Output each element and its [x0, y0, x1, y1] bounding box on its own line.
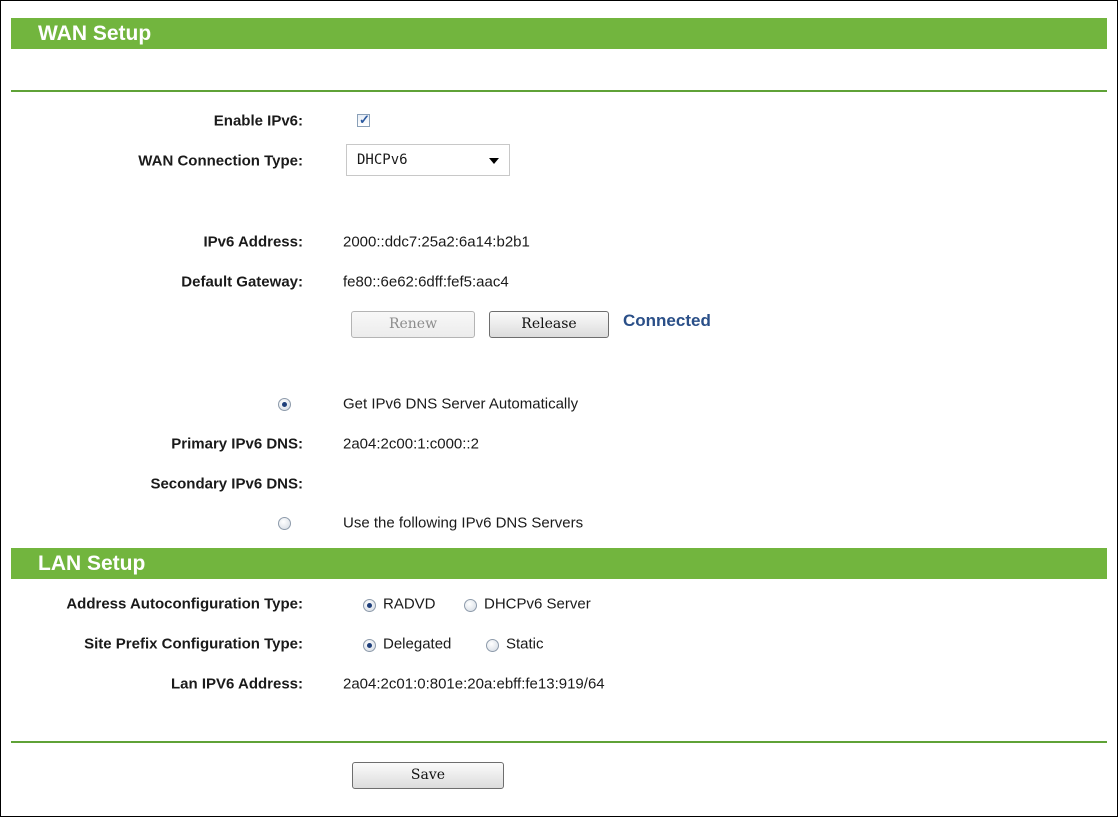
- autoconfig-radvd-label: RADVD: [383, 595, 436, 613]
- lan-ipv6-address-label: Lan IPV6 Address:: [171, 675, 303, 693]
- lan-ipv6-address-value: 2a04:2c01:0:801e:20a:ebff:fe13:919/64: [343, 675, 605, 693]
- site-prefix-delegated-radio[interactable]: [363, 639, 376, 652]
- save-button[interactable]: Save: [352, 762, 504, 789]
- ipv6-address-value: 2000::ddc7:25a2:6a14:b2b1: [343, 233, 530, 251]
- autoconfig-dhcpv6-radio[interactable]: [464, 599, 477, 612]
- primary-dns-label: Primary IPv6 DNS:: [171, 435, 303, 453]
- wan-connection-type-label: WAN Connection Type:: [138, 152, 303, 170]
- autoconfig-radvd-radio[interactable]: [363, 599, 376, 612]
- autoconfig-dhcpv6-label: DHCPv6 Server: [484, 595, 591, 613]
- site-prefix-type-label: Site Prefix Configuration Type:: [84, 635, 303, 653]
- wan-connection-type-select[interactable]: DHCPv6: [346, 144, 510, 176]
- site-prefix-static-radio[interactable]: [486, 639, 499, 652]
- enable-ipv6-checkbox[interactable]: ✓: [357, 112, 370, 127]
- dns-auto-label: Get IPv6 DNS Server Automatically: [343, 395, 579, 413]
- check-icon: ✓: [359, 112, 370, 127]
- site-prefix-delegated-label: Delegated: [383, 635, 452, 653]
- ipv6-address-label: IPv6 Address:: [203, 233, 304, 251]
- primary-dns-value: 2a04:2c00:1:c000::2: [343, 435, 479, 453]
- release-button[interactable]: Release: [489, 311, 609, 338]
- divider-top: [11, 90, 1107, 92]
- enable-ipv6-label: Enable IPv6:: [213, 112, 303, 130]
- wan-setup-header: WAN Setup: [11, 18, 1107, 49]
- connection-status: Connected: [623, 311, 711, 330]
- settings-frame: WAN Setup Enable IPv6: ✓ WAN Connection …: [0, 0, 1118, 817]
- secondary-dns-label: Secondary IPv6 DNS:: [150, 475, 303, 493]
- dns-auto-radio[interactable]: [278, 398, 291, 411]
- dns-manual-radio[interactable]: [278, 517, 291, 530]
- autoconfig-type-label: Address Autoconfiguration Type:: [66, 595, 303, 613]
- wan-connection-type-value: DHCPv6: [357, 152, 408, 168]
- default-gateway-value: fe80::6e62:6dff:fef5:aac4: [343, 273, 509, 291]
- chevron-down-icon: [489, 158, 499, 164]
- dns-manual-label: Use the following IPv6 DNS Servers: [343, 514, 584, 532]
- lan-setup-header: LAN Setup: [11, 548, 1107, 579]
- site-prefix-static-label: Static: [506, 635, 544, 653]
- renew-button[interactable]: Renew: [351, 311, 475, 338]
- default-gateway-label: Default Gateway:: [181, 273, 303, 291]
- divider-bottom: [11, 741, 1107, 743]
